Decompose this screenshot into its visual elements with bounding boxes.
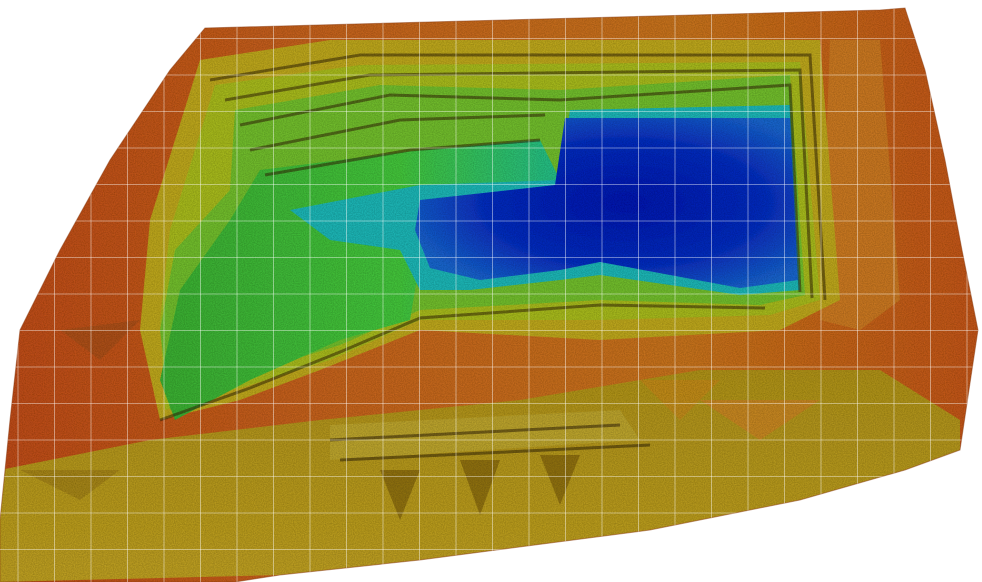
- elevation-map: [0, 0, 982, 582]
- elevation-map-canvas: [0, 7, 979, 582]
- terrain-layer: [0, 8, 978, 582]
